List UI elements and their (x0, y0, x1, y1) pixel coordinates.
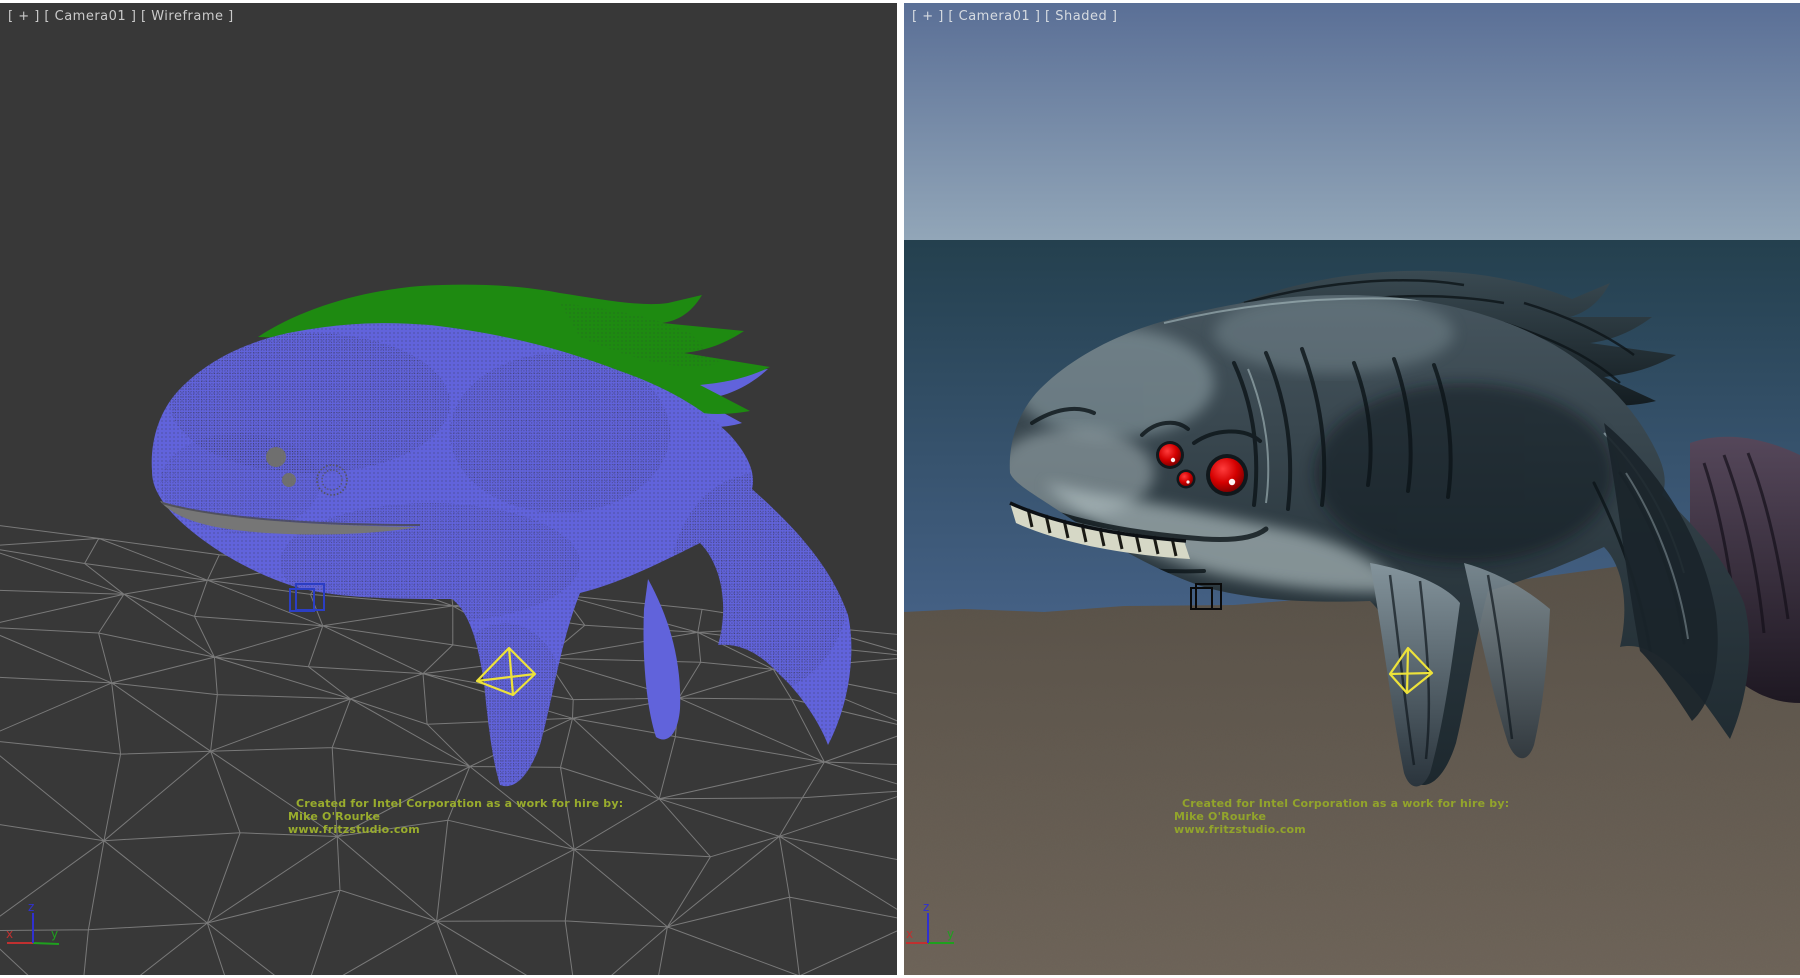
watermark-line: Created for Intel Corporation as a work … (1174, 797, 1509, 810)
window-border-top (0, 0, 1800, 3)
axis-x-label: x (906, 927, 913, 941)
axis-y-label: y (947, 927, 954, 941)
watermark-line: Created for Intel Corporation as a work … (288, 797, 623, 810)
axis-x-label: x (6, 927, 13, 941)
viewport-canvas: [ + ] [ Camera01 ] [ Wireframe ] Created… (0, 0, 1800, 978)
watermark-line: www.fritzstudio.com (1174, 823, 1509, 836)
fish-model-wireframe[interactable] (140, 285, 860, 793)
viewport-label-wireframe[interactable]: [ + ] [ Camera01 ] [ Wireframe ] (8, 9, 234, 24)
fish-eye-large (1210, 458, 1244, 492)
sky-background (904, 3, 1800, 240)
viewport-label-shaded[interactable]: [ + ] [ Camera01 ] [ Shaded ] (912, 9, 1117, 24)
copyright-watermark: Created for Intel Corporation as a work … (288, 797, 623, 836)
watermark-line: www.fritzstudio.com (288, 823, 623, 836)
axis-z-label: z (28, 900, 34, 914)
viewport-shaded[interactable]: [ + ] [ Camera01 ] [ Shaded ] Created fo… (904, 3, 1800, 975)
axis-y-label: y (51, 927, 58, 941)
fish-eye-large (266, 447, 286, 467)
fish-eye-tiny (1179, 472, 1193, 486)
watermark-line: Mike O'Rourke (288, 810, 623, 823)
watermark-line: Mike O'Rourke (1174, 810, 1509, 823)
fish-eye-small (1159, 444, 1181, 466)
viewport-divider (897, 0, 904, 978)
copyright-watermark: Created for Intel Corporation as a work … (1174, 797, 1509, 836)
axis-z-label: z (923, 900, 929, 914)
fish-eye-small (282, 473, 296, 487)
world-axis-tripod: x y z (904, 899, 976, 957)
viewport-wireframe[interactable]: [ + ] [ Camera01 ] [ Wireframe ] Created… (0, 3, 897, 975)
world-axis-tripod: x y z (2, 899, 74, 957)
